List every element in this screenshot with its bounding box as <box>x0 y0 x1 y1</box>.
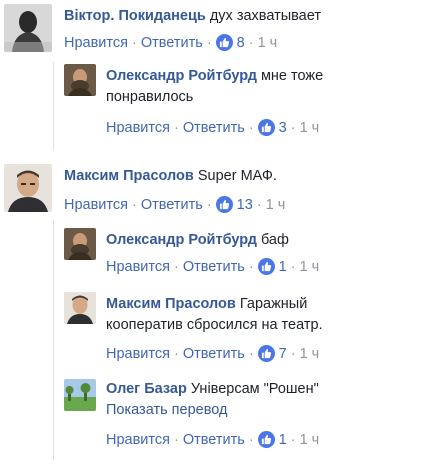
thumbs-up-icon[interactable] <box>257 431 275 448</box>
like-button[interactable]: Нравится <box>64 197 128 213</box>
separator: · <box>256 196 262 213</box>
avatar[interactable] <box>64 379 96 411</box>
comment-body: Максим Прасолов Гаражный кооператив сбро… <box>106 294 323 336</box>
separator: · <box>248 119 254 136</box>
like-button[interactable]: Нравится <box>106 432 170 448</box>
comment-actions: Нравится · Ответить · 1 · 1 ч <box>106 431 319 448</box>
reply-button[interactable]: Ответить <box>141 35 203 51</box>
reply-thread-line <box>53 62 54 150</box>
thumbs-up-icon[interactable] <box>215 34 233 51</box>
separator: · <box>173 345 179 362</box>
separator: · <box>290 431 296 448</box>
comment-author[interactable]: Максим Прасолов <box>64 168 194 184</box>
separator: · <box>248 258 254 275</box>
comment-text: баф <box>260 232 289 248</box>
comment-body: Олександр Ройтбурд мне тоже понравилось <box>106 66 323 108</box>
comment-actions: Нравится · Ответить · 8 · 1 ч <box>64 34 277 51</box>
like-button[interactable]: Нравится <box>106 259 170 275</box>
timestamp[interactable]: 1 ч <box>266 197 286 213</box>
thumbs-up-icon[interactable] <box>257 258 275 275</box>
separator: · <box>206 196 212 213</box>
separator: · <box>290 345 296 362</box>
comment-body: Віктор. Покиданець дух захватывает <box>64 6 321 27</box>
like-count[interactable]: 7 <box>279 346 287 362</box>
comment-text: Універсам "Рошен" <box>190 381 319 397</box>
timestamp[interactable]: 1 ч <box>258 35 278 51</box>
reply-thread-line <box>53 220 54 460</box>
comment-body: Максим Прасолов Super МАФ. <box>64 166 277 187</box>
comment-author[interactable]: Максим Прасолов <box>106 296 236 312</box>
comment-text: кооператив сбросился на театр. <box>106 317 323 333</box>
thumbs-up-icon[interactable] <box>257 119 275 136</box>
comment-actions: Нравится · Ответить · 3 · 1 ч <box>106 119 319 136</box>
separator: · <box>248 34 254 51</box>
like-button[interactable]: Нравится <box>106 120 170 136</box>
comment-body: Олександр Ройтбурд баф <box>106 230 289 251</box>
like-count[interactable]: 13 <box>237 197 253 213</box>
reply-button[interactable]: Ответить <box>141 197 203 213</box>
comment-text: Super МАФ. <box>197 168 277 184</box>
timestamp[interactable]: 1 ч <box>300 259 320 275</box>
separator: · <box>131 196 137 213</box>
separator: · <box>173 431 179 448</box>
avatar[interactable] <box>64 228 96 260</box>
timestamp[interactable]: 1 ч <box>300 346 320 362</box>
timestamp[interactable]: 1 ч <box>300 120 320 136</box>
comment-text: Гаражный <box>239 296 308 312</box>
comment-text: дух захватывает <box>209 8 321 24</box>
thumbs-up-icon[interactable] <box>215 196 233 213</box>
like-count[interactable]: 1 <box>279 259 287 275</box>
avatar[interactable] <box>4 164 52 212</box>
comment-author[interactable]: Олег Базар <box>106 381 187 397</box>
like-button[interactable]: Нравится <box>106 346 170 362</box>
separator: · <box>173 119 179 136</box>
show-translation-link[interactable]: Показать перевод <box>106 402 227 418</box>
separator: · <box>290 258 296 275</box>
comment-body: Олег Базар Універсам "Рошен" Показать пе… <box>106 379 319 421</box>
separator: · <box>248 431 254 448</box>
separator: · <box>248 345 254 362</box>
reply-button[interactable]: Ответить <box>183 432 245 448</box>
comment-actions: Нравится · Ответить · 1 · 1 ч <box>106 258 319 275</box>
comment-author[interactable]: Олександр Ройтбурд <box>106 68 257 84</box>
avatar[interactable] <box>4 4 52 52</box>
like-count[interactable]: 8 <box>237 35 245 51</box>
comment-text: мне тоже <box>260 68 324 84</box>
separator: · <box>131 34 137 51</box>
separator: · <box>206 34 212 51</box>
like-count[interactable]: 1 <box>279 432 287 448</box>
comment-text: понравилось <box>106 89 194 105</box>
reply-button[interactable]: Ответить <box>183 259 245 275</box>
reply-button[interactable]: Ответить <box>183 346 245 362</box>
comment-actions: Нравится · Ответить · 7 · 1 ч <box>106 345 319 362</box>
timestamp[interactable]: 1 ч <box>300 432 320 448</box>
comment-author[interactable]: Олександр Ройтбурд <box>106 232 257 248</box>
like-button[interactable]: Нравится <box>64 35 128 51</box>
separator: · <box>290 119 296 136</box>
comment-author[interactable]: Віктор. Покиданець <box>64 8 206 24</box>
reply-button[interactable]: Ответить <box>183 120 245 136</box>
comment-actions: Нравится · Ответить · 13 · 1 ч <box>64 196 285 213</box>
separator: · <box>173 258 179 275</box>
avatar[interactable] <box>64 64 96 96</box>
avatar[interactable] <box>64 292 96 324</box>
like-count[interactable]: 3 <box>279 120 287 136</box>
thumbs-up-icon[interactable] <box>257 345 275 362</box>
